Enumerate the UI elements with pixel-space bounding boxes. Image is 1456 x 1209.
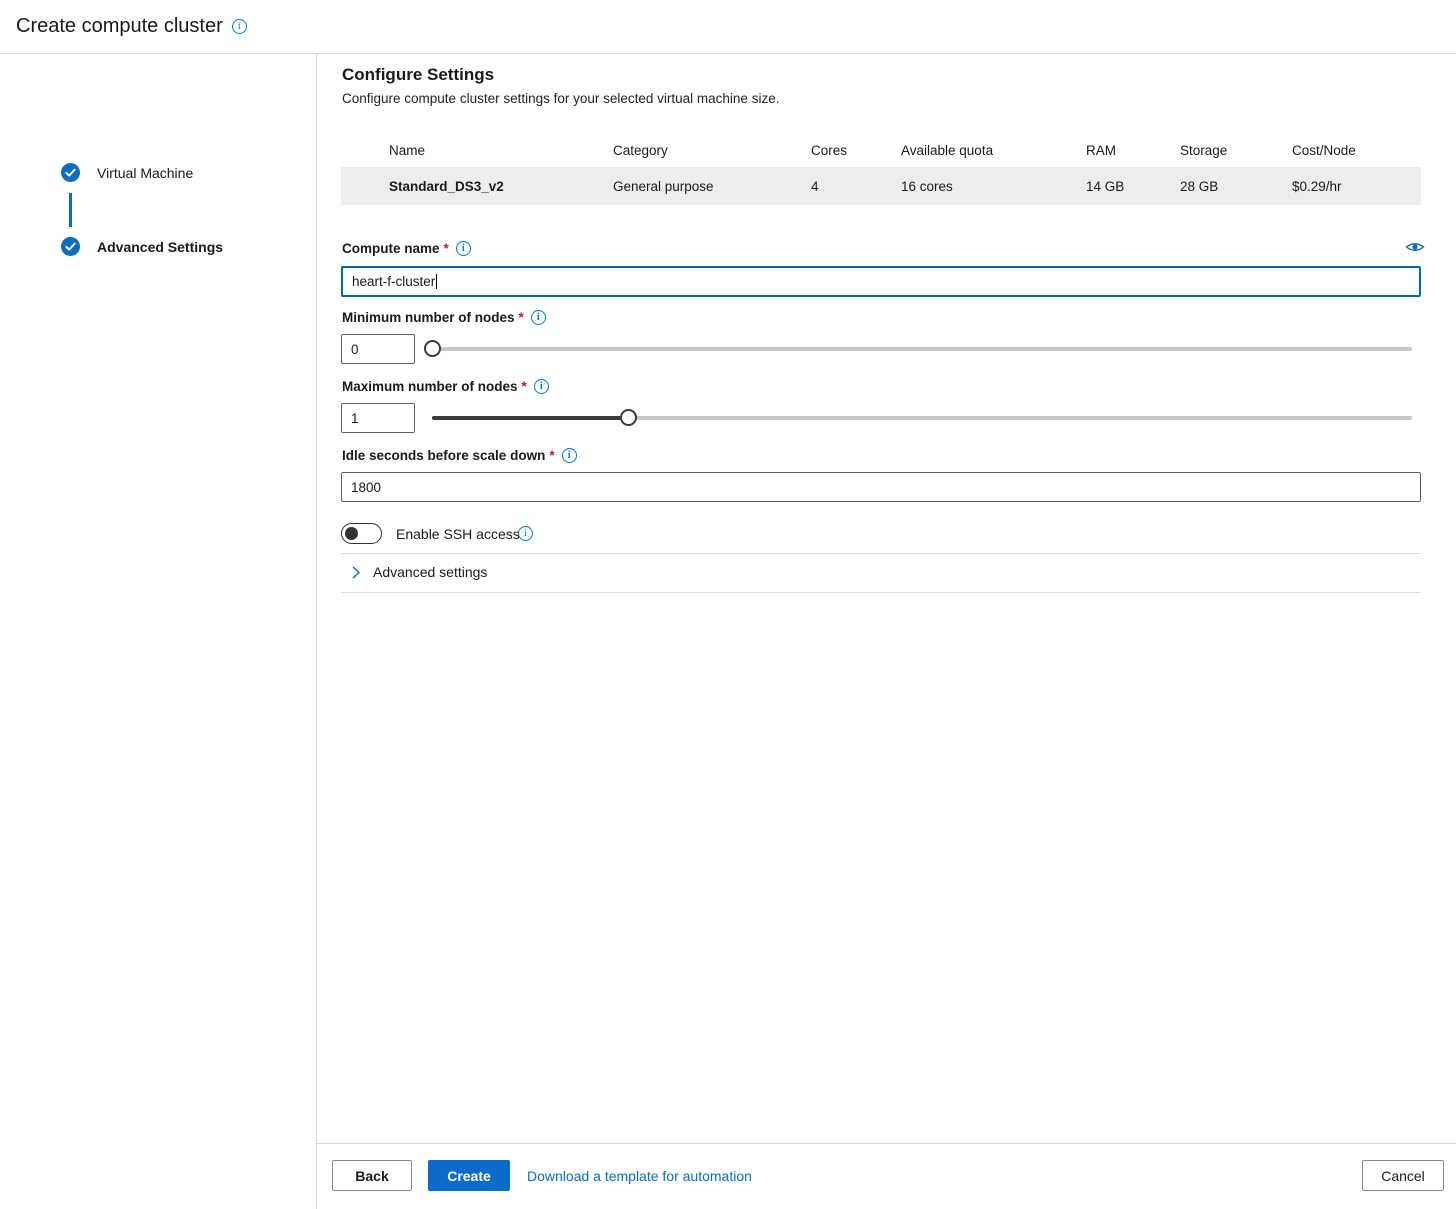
required-marker: *: [519, 310, 524, 325]
section-subheading: Configure compute cluster settings for y…: [342, 91, 779, 106]
idle-seconds-info-icon[interactable]: [562, 448, 577, 463]
vm-quota-cell: 16 cores: [901, 179, 1086, 194]
page-header: Create compute cluster: [0, 0, 1456, 54]
slider-track: [432, 347, 1412, 351]
step-completed-check-icon: [61, 163, 80, 182]
stepper-connector-line: [69, 193, 72, 227]
section-heading: Configure Settings: [342, 65, 494, 85]
back-button[interactable]: Back: [332, 1160, 412, 1191]
required-marker: *: [522, 379, 527, 394]
vm-category-cell: General purpose: [613, 179, 811, 194]
column-header-available-quota: Available quota: [901, 143, 1086, 158]
required-marker: *: [444, 241, 449, 256]
create-compute-cluster-page: Create compute cluster Virtual Machine A…: [0, 0, 1456, 1209]
divider: [341, 592, 1421, 593]
required-marker: *: [549, 448, 554, 463]
column-header-name: Name: [341, 143, 613, 158]
advanced-settings-label: Advanced settings: [373, 564, 487, 580]
vm-table-header-row: Name Category Cores Available quota RAM …: [341, 134, 1421, 167]
chevron-right-icon: [350, 566, 362, 579]
idle-seconds-input[interactable]: 1800: [341, 472, 1421, 502]
page-title-info-icon[interactable]: [232, 19, 247, 34]
min-nodes-label: Minimum number of nodes *: [342, 310, 546, 325]
table-row[interactable]: Standard_DS3_v2 General purpose 4 16 cor…: [341, 167, 1421, 205]
column-header-cost-node: Cost/Node: [1292, 143, 1421, 158]
step-label: Virtual Machine: [97, 165, 193, 181]
eye-icon[interactable]: [1405, 240, 1425, 254]
vm-cores-cell: 4: [811, 179, 901, 194]
slider-handle[interactable]: [424, 340, 441, 357]
stepper-step-advanced-settings[interactable]: Advanced Settings: [61, 237, 223, 256]
text-cursor: [436, 274, 437, 289]
vm-cost-cell: $0.29/hr: [1292, 179, 1421, 194]
column-header-ram: RAM: [1086, 143, 1180, 158]
toggle-knob-icon: [345, 527, 358, 540]
footer-divider: [317, 1143, 1456, 1144]
enable-ssh-info-icon[interactable]: [518, 526, 533, 541]
advanced-settings-expander[interactable]: Advanced settings: [350, 564, 487, 580]
compute-name-input[interactable]: heart-f-cluster: [341, 266, 1421, 297]
stepper-sidebar: Virtual Machine Advanced Settings: [0, 54, 317, 1209]
column-header-cores: Cores: [811, 143, 901, 158]
cancel-button[interactable]: Cancel: [1362, 1160, 1444, 1191]
column-header-storage: Storage: [1180, 143, 1292, 158]
min-nodes-info-icon[interactable]: [531, 310, 546, 325]
column-header-category: Category: [613, 143, 811, 158]
create-button[interactable]: Create: [428, 1160, 510, 1191]
step-label: Advanced Settings: [97, 239, 223, 255]
enable-ssh-toggle[interactable]: [341, 523, 382, 544]
min-nodes-slider[interactable]: [432, 340, 1412, 357]
slider-handle[interactable]: [620, 409, 637, 426]
idle-seconds-label: Idle seconds before scale down *: [342, 448, 577, 463]
vm-size-table: Name Category Cores Available quota RAM …: [341, 134, 1421, 205]
divider: [341, 553, 1421, 554]
enable-ssh-label: Enable SSH access: [396, 526, 520, 542]
step-active-check-icon: [61, 237, 80, 256]
max-nodes-label: Maximum number of nodes *: [342, 379, 549, 394]
min-nodes-input[interactable]: [341, 334, 415, 364]
page-title: Create compute cluster: [16, 15, 223, 38]
slider-fill: [432, 416, 628, 420]
max-nodes-info-icon[interactable]: [534, 379, 549, 394]
download-template-link[interactable]: Download a template for automation: [527, 1168, 752, 1184]
max-nodes-input[interactable]: [341, 403, 415, 433]
compute-name-info-icon[interactable]: [456, 241, 471, 256]
vm-storage-cell: 28 GB: [1180, 179, 1292, 194]
max-nodes-slider[interactable]: [432, 409, 1412, 426]
stepper-step-virtual-machine[interactable]: Virtual Machine: [61, 163, 193, 182]
vm-name-cell: Standard_DS3_v2: [341, 179, 613, 194]
compute-name-label: Compute name *: [342, 241, 471, 256]
vm-ram-cell: 14 GB: [1086, 179, 1180, 194]
